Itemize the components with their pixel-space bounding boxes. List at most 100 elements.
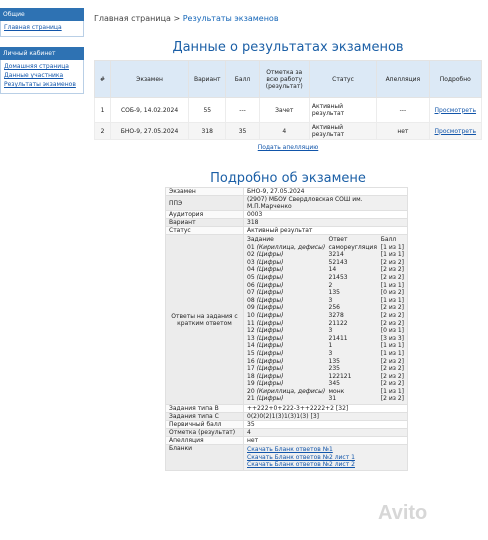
sidebar-section-general: Главная страница <box>0 21 84 37</box>
detail-row-blanks: Бланки Скачать Бланк ответов №1 Скачать … <box>165 444 408 471</box>
answer-task-number: 09 <box>247 304 255 312</box>
answer-value: 256 <box>328 304 381 312</box>
detail-value: (2907) МБОУ Свердловская СОШ им. М.П.Мар… <box>243 195 408 211</box>
answer-value: 14 <box>328 266 381 274</box>
detail-value: 4 <box>243 428 408 438</box>
col-header-exam: Экзамен <box>110 60 190 98</box>
answer-task-number: 20 <box>247 387 255 395</box>
results-header-row: # Экзамен Вариант Балл Отметка за всю ра… <box>93 60 483 98</box>
detail-label: Отметка (результат) <box>165 428 244 438</box>
sidebar-item-home-page[interactable]: Домашняя страница <box>4 62 80 71</box>
answer-row: 12 (Цифры) 3 [0 из 1] <box>247 327 404 335</box>
answer-row: 21 (Цифры) 31 [2 из 2] <box>247 395 404 404</box>
answer-row: 18 (Цифры) 122121 [2 из 2] <box>247 372 404 381</box>
answer-task: 02 (Цифры) <box>247 251 329 259</box>
answer-value: 135 <box>328 357 381 366</box>
answer-row: 20 (Кириллица, дефисы) монк [1 из 1] <box>247 387 404 396</box>
breadcrumb-home[interactable]: Главная страница <box>94 14 171 23</box>
detail-row-variant: Вариант 318 <box>165 218 408 227</box>
answer-task: 19 (Цифры) <box>247 380 329 388</box>
sidebar-item-exam-results[interactable]: Результаты экзаменов <box>4 80 80 89</box>
answer-task-type: (Цифры) <box>256 266 284 274</box>
answer-task: 14 (Цифры) <box>247 342 329 350</box>
download-blank-2-sheet-1-link[interactable]: Скачать Бланк ответов №2 лист 1 <box>247 454 404 462</box>
sidebar-section-cabinet: Домашняя страница Данные участника Резул… <box>0 60 84 94</box>
detail-value: 0003 <box>243 210 408 219</box>
download-blank-2-sheet-2-link[interactable]: Скачать Бланк ответов №2 лист 2 <box>247 461 404 469</box>
answer-score: [2 из 2] <box>380 304 404 312</box>
results-table: # Экзамен Вариант Балл Отметка за всю ра… <box>93 60 483 140</box>
answer-task-type: (Цифры) <box>256 395 284 403</box>
answer-task-number: 08 <box>247 296 255 304</box>
answer-value: 3 <box>328 349 381 358</box>
detail-label: Первичный балл <box>165 420 244 430</box>
cell-score: --- <box>225 97 260 123</box>
view-details-link[interactable]: Просмотреть <box>435 107 477 114</box>
answer-value: самореугляция <box>328 243 381 252</box>
answer-score: [2 из 2] <box>380 365 404 373</box>
sidebar-item-home[interactable]: Главная страница <box>4 23 80 32</box>
answer-value: 21411 <box>328 334 381 343</box>
answer-score: [1 из 1] <box>380 349 404 358</box>
table-row: 1 СОБ-9, 14.02.2024 55 --- Зачет Активны… <box>93 97 483 123</box>
answer-row: 07 (Цифры) 135 [0 из 2] <box>247 289 404 297</box>
answer-row: 06 (Цифры) 2 [1 из 1] <box>247 281 404 290</box>
answer-score: [2 из 2] <box>380 258 404 267</box>
download-blank-1-link[interactable]: Скачать Бланк ответов №1 <box>247 446 404 454</box>
answer-row: 09 (Цифры) 256 [2 из 2] <box>247 304 404 312</box>
answer-row: 15 (Цифры) 3 [1 из 1] <box>247 349 404 358</box>
detail-row-type-c: Задания типа C 0(2)0(2)1(3)1(3)1(3) [3] <box>165 412 408 422</box>
answer-task-type: (Цифры) <box>256 334 284 342</box>
answer-task-number: 18 <box>247 372 255 380</box>
answer-row: 01 (Кириллица, дефисы) самореугляция [1 из… <box>247 243 404 252</box>
answer-value: 3278 <box>328 311 381 320</box>
answer-task-number: 06 <box>247 281 255 289</box>
answer-task-number: 02 <box>247 251 255 259</box>
answer-value: 1 <box>328 342 381 350</box>
answer-score: [2 из 2] <box>380 319 404 328</box>
cell-status: Активный результат <box>308 97 378 123</box>
breadcrumb-current: Результаты экзаменов <box>182 14 279 23</box>
answer-task: 09 (Цифры) <box>247 304 329 312</box>
answer-task: 06 (Цифры) <box>247 281 329 290</box>
view-details-link[interactable]: Просмотреть <box>435 128 477 135</box>
answer-value: 235 <box>328 365 381 373</box>
answer-task: 20 (Кириллица, дефисы) <box>247 387 329 396</box>
col-header-score: Балл <box>225 60 260 98</box>
answer-value: 345 <box>328 380 381 388</box>
answer-row: 10 (Цифры) 3278 [2 из 2] <box>247 311 404 320</box>
answer-task-number: 04 <box>247 266 255 274</box>
col-header-status: Статус <box>308 60 378 98</box>
answer-row: 16 (Цифры) 135 [2 из 2] <box>247 357 404 366</box>
cell-variant: 318 <box>188 122 227 140</box>
sidebar-item-participant-data[interactable]: Данные участника <box>4 71 80 80</box>
answer-task-type: (Цифры) <box>256 327 284 335</box>
cell-variant: 55 <box>188 97 227 123</box>
answer-task: 11 (Цифры) <box>247 319 329 328</box>
answer-value: 31 <box>328 395 381 404</box>
detail-row-status: Статус Активный результат <box>165 226 408 235</box>
detail-label: Задания типа C <box>165 412 244 422</box>
avito-watermark: Avito <box>378 502 428 524</box>
answer-task-number: 03 <box>247 258 255 266</box>
answer-task-type: (Цифры) <box>256 281 284 289</box>
answer-task-type: (Цифры) <box>256 319 284 327</box>
answer-task-type: (Цифры) <box>256 289 284 297</box>
answer-task-number: 07 <box>247 289 255 297</box>
detail-row-mark: Отметка (результат) 4 <box>165 428 408 438</box>
cell-mark: 4 <box>258 122 310 140</box>
cell-exam: СОБ-9, 14.02.2024 <box>110 97 190 123</box>
answer-row: 04 (Цифры) 14 [2 из 2] <box>247 266 404 274</box>
answer-value: 135 <box>328 289 381 297</box>
answer-score: [2 из 2] <box>380 273 404 282</box>
col-header-number: # <box>93 60 112 98</box>
answer-task-type: (Цифры) <box>256 357 284 365</box>
col-header-appeal: Апелляция <box>376 60 430 98</box>
answers-header-score: Балл <box>380 236 404 244</box>
answer-value: 2 <box>328 281 381 290</box>
answer-value: 3 <box>328 296 381 305</box>
submit-appeal-link[interactable]: Подать апелляцию <box>258 144 319 151</box>
detail-row-room: Аудитория 0003 <box>165 210 408 219</box>
answer-task-type: (Цифры) <box>256 342 284 350</box>
type-b-total: [32] <box>335 405 349 413</box>
